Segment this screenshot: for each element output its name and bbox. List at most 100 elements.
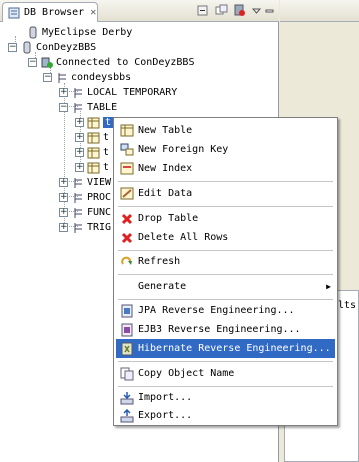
edit-data-icon	[119, 186, 135, 202]
menu-item-label: JPA Reverse Engineering...	[138, 305, 295, 316]
tree-node-label: condeysbbs	[71, 72, 132, 83]
collapse-all-icon[interactable]	[195, 3, 210, 18]
export-icon	[119, 408, 135, 424]
expand-toggle[interactable]: +	[59, 88, 68, 97]
schema-icon	[71, 191, 84, 204]
menu-separator	[118, 181, 333, 182]
tree-node-label: FUNC	[87, 207, 112, 218]
tree-node-label: ConDeyzBBS	[36, 42, 97, 53]
refresh-icon	[119, 254, 135, 270]
menu-item-copy-object-name[interactable]: Copy Object Name	[116, 364, 335, 383]
tree-node-function[interactable]: + FUNC	[59, 205, 111, 220]
tree-node-table-4[interactable]: + t	[75, 160, 109, 175]
menu-item-label: Import...	[138, 392, 193, 403]
menu-item-label: New Table	[138, 125, 193, 136]
close-icon[interactable]: ✕	[90, 7, 96, 18]
collapse-toggle[interactable]: −	[8, 43, 17, 52]
menu-item-new-table[interactable]: New Table	[116, 121, 335, 140]
tree-node-schema[interactable]: − condeysbbs	[43, 70, 131, 85]
connection-icon	[40, 56, 53, 69]
collapse-toggle[interactable]: −	[59, 103, 68, 112]
tree-node-local-temporary[interactable]: + LOCAL TEMPORARY	[59, 85, 177, 100]
menu-separator	[118, 386, 333, 387]
delete-icon	[119, 211, 135, 227]
expand-toggle[interactable]: +	[75, 118, 84, 127]
schema-icon	[71, 176, 84, 189]
tree-node-label: t	[103, 132, 110, 143]
collapse-toggle[interactable]: −	[28, 58, 37, 67]
tree-node-selected-table[interactable]: + t	[75, 115, 114, 130]
menu-item-label: Refresh	[138, 256, 181, 267]
tree-node-procedure[interactable]: + PROC	[59, 190, 111, 205]
menu-item-label: Delete All Rows	[138, 232, 229, 243]
tree-node-connection[interactable]: − Connected to ConDeyzBBS	[28, 55, 194, 70]
menu-item-new-index[interactable]: New Index	[116, 159, 335, 178]
tree-node-label: t	[103, 147, 110, 158]
new-table-icon	[119, 123, 135, 139]
delete-icon	[119, 230, 135, 246]
jpa-icon	[119, 303, 135, 319]
table-icon	[87, 116, 100, 129]
copy-icon	[119, 366, 135, 382]
menu-item-label: Edit Data	[138, 188, 193, 199]
view-tab-bar: DB Browser ✕	[0, 0, 279, 22]
menu-item-ejb3-reverse-engineering[interactable]: EJB3 Reverse Engineering...	[116, 320, 335, 339]
table-icon	[87, 131, 100, 144]
link-editor-icon[interactable]	[214, 3, 229, 18]
minimize-icon[interactable]	[262, 3, 277, 18]
expand-toggle[interactable]: +	[59, 223, 68, 232]
right-tab-bar	[280, 0, 359, 22]
menu-item-generate[interactable]: Generate ▶	[116, 277, 335, 296]
menu-item-label: Drop Table	[138, 213, 199, 224]
tree-node-condeyzbbs[interactable]: − ConDeyzBBS	[8, 40, 96, 55]
schema-icon	[71, 101, 84, 114]
menu-item-delete-all-rows[interactable]: Delete All Rows	[116, 228, 335, 247]
menu-item-jpa-reverse-engineering[interactable]: JPA Reverse Engineering...	[116, 301, 335, 320]
ejb3-icon	[119, 322, 135, 338]
tree-node-table-3[interactable]: + t	[75, 145, 109, 160]
schema-icon	[71, 206, 84, 219]
tab-db-browser[interactable]: DB Browser ✕	[2, 2, 98, 22]
menu-separator	[118, 274, 333, 275]
expand-toggle[interactable]: +	[75, 133, 84, 142]
tree-node-myeclipse-derby[interactable]: MyEclipse Derby	[26, 25, 132, 40]
menu-item-new-foreign-key[interactable]: New Foreign Key	[116, 140, 335, 159]
database-icon	[26, 26, 39, 39]
menu-item-drop-table[interactable]: Drop Table	[116, 209, 335, 228]
menu-item-refresh[interactable]: Refresh	[116, 252, 335, 271]
hibernate-icon	[119, 341, 135, 357]
menu-item-edit-data[interactable]: Edit Data	[116, 184, 335, 203]
expand-toggle[interactable]: +	[75, 163, 84, 172]
tree-node-label: t	[103, 117, 114, 128]
menu-item-label: EJB3 Reverse Engineering...	[138, 324, 301, 335]
disconnect-icon[interactable]	[232, 3, 247, 18]
menu-item-label: New Foreign Key	[138, 144, 229, 155]
foreign-key-icon	[119, 142, 135, 158]
import-icon	[119, 390, 135, 406]
menu-item-export[interactable]: Export...	[116, 406, 335, 425]
expand-toggle[interactable]: +	[75, 148, 84, 157]
db-browser-icon	[7, 6, 20, 19]
expand-toggle[interactable]: +	[59, 208, 68, 217]
menu-item-label: Generate	[138, 281, 187, 292]
tree-node-label: LOCAL TEMPORARY	[87, 87, 178, 98]
tree-node-table[interactable]: − TABLE	[59, 100, 117, 115]
schema-icon	[71, 221, 84, 234]
menu-item-import[interactable]: Import...	[116, 388, 335, 407]
menu-item-label: New Index	[138, 163, 193, 174]
collapse-toggle[interactable]: −	[43, 73, 52, 82]
menu-item-label: Hibernate Reverse Engineering...	[138, 343, 331, 354]
tree-node-trigger[interactable]: + TRIG	[59, 220, 111, 235]
menu-separator	[118, 250, 333, 251]
tree-node-view[interactable]: + VIEW	[59, 175, 111, 190]
menu-item-hibernate-reverse-engineering[interactable]: Hibernate Reverse Engineering...	[116, 339, 335, 358]
expand-toggle[interactable]: +	[59, 178, 68, 187]
table-icon	[87, 161, 100, 174]
tree-node-label: Connected to ConDeyzBBS	[56, 57, 195, 68]
menu-separator	[118, 361, 333, 362]
schema-icon	[71, 86, 84, 99]
database-icon	[20, 41, 33, 54]
expand-toggle[interactable]: +	[59, 193, 68, 202]
menu-separator	[118, 299, 333, 300]
tree-node-table-2[interactable]: + t	[75, 130, 109, 145]
